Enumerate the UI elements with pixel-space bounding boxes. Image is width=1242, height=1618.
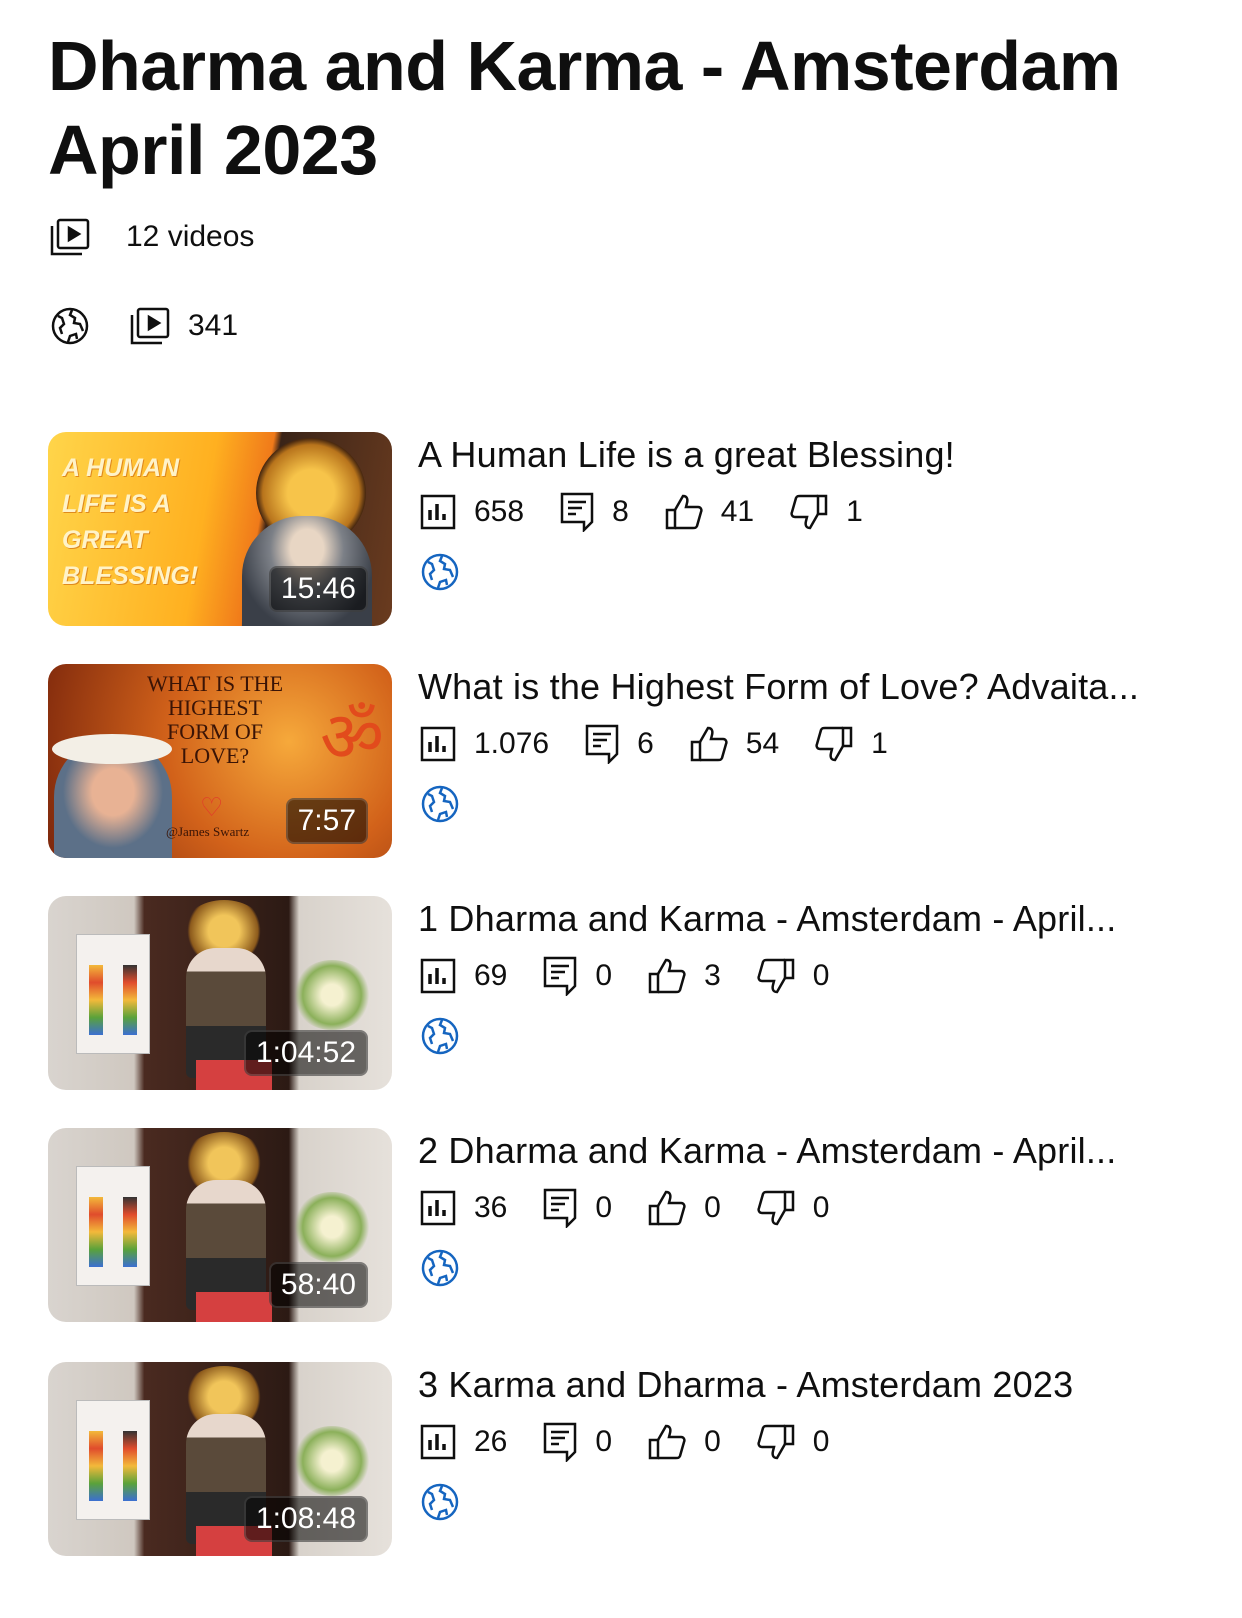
comment-count: 0 (595, 959, 613, 992)
view-count: 658 (474, 495, 525, 528)
comment-icon (543, 1188, 577, 1228)
video-title[interactable]: What is the Highest Form of Love? Advait… (418, 666, 1208, 708)
thumbnail-handle: @James Swartz (166, 824, 250, 839)
video-row[interactable]: A HUMAN LIFE IS A GREAT BLESSING! 15:46 … (48, 432, 1208, 626)
playlist-views: 341 (188, 309, 239, 342)
analytics-icon (420, 1424, 456, 1460)
like-icon (690, 726, 728, 762)
playlist-icon (130, 307, 170, 345)
thumbnail-flowers (292, 1192, 372, 1262)
thumbnail-poster (76, 934, 150, 1054)
dislike-icon (790, 494, 828, 530)
thumbnail-flowers (292, 1426, 372, 1496)
dislike-icon (815, 726, 853, 762)
video-row[interactable]: 58:40 2 Dharma and Karma - Amsterdam - A… (48, 1128, 1208, 1322)
thumbnail-person (186, 1180, 266, 1310)
like-count: 41 (720, 495, 755, 528)
dislike-icon (757, 958, 795, 994)
analytics-icon (420, 494, 456, 530)
page-title: Dharma and Karma - Amsterdam April 2023 (48, 27, 1121, 189)
duration-badge: 7:57 (285, 798, 368, 844)
dislike-count: 0 (812, 959, 830, 992)
view-count: 69 (474, 959, 508, 992)
globe-icon (420, 1482, 460, 1522)
video-count-row: 12 videos (50, 218, 254, 256)
video-thumbnail[interactable]: 1:04:52 (48, 896, 392, 1090)
heart-icon: ♡ (200, 792, 224, 822)
video-thumbnail[interactable]: 58:40 (48, 1128, 392, 1322)
video-title[interactable]: 2 Dharma and Karma - Amsterdam - April..… (418, 1130, 1208, 1172)
playlist-icon (50, 218, 90, 256)
comment-icon (543, 1422, 577, 1462)
video-title[interactable]: A Human Life is a great Blessing! (418, 434, 1208, 476)
thumbnail-text: WHAT IS THE HIGHEST FORM OF LOVE? (146, 671, 284, 768)
comment-icon (543, 956, 577, 996)
analytics-icon (420, 726, 456, 762)
dislike-icon (757, 1190, 795, 1226)
globe-icon (420, 552, 460, 592)
video-stats: 1.076 6 54 1 (420, 724, 924, 764)
thumbnail-text: A HUMAN LIFE IS A GREAT BLESSING! (62, 454, 199, 590)
video-title[interactable]: 1 Dharma and Karma - Amsterdam - April..… (418, 898, 1208, 940)
like-count: 0 (704, 1425, 721, 1458)
dislike-count: 1 (871, 727, 888, 760)
video-count: 12 videos (126, 220, 255, 253)
thumbnail-flowers (292, 960, 372, 1030)
like-count: 54 (745, 727, 780, 760)
like-icon (648, 1424, 686, 1460)
thumbnail-stand (196, 1292, 272, 1322)
video-row[interactable]: 1:04:52 1 Dharma and Karma - Amsterdam -… (48, 896, 1208, 1090)
om-symbol: ॐ (320, 696, 384, 778)
video-stats: 26 0 0 0 (420, 1422, 865, 1462)
comment-count: 8 (612, 495, 629, 528)
video-row[interactable]: WHAT IS THE HIGHEST FORM OF LOVE? ♡ @Jam… (48, 664, 1208, 858)
comment-icon (560, 492, 594, 532)
comment-count: 0 (595, 1425, 613, 1458)
video-thumbnail[interactable]: A HUMAN LIFE IS A GREAT BLESSING! 15:46 (48, 432, 392, 626)
dislike-count: 0 (812, 1425, 830, 1458)
comment-icon (585, 724, 619, 764)
duration-badge: 58:40 (268, 1262, 368, 1308)
globe-icon (50, 306, 90, 346)
dislike-count: 0 (812, 1191, 830, 1224)
video-stats: 69 0 3 0 (420, 956, 865, 996)
video-title[interactable]: 3 Karma and Dharma - Amsterdam 2023 (418, 1364, 1208, 1406)
globe-icon (420, 784, 460, 824)
duration-badge: 1:08:48 (243, 1496, 368, 1542)
like-icon (665, 494, 703, 530)
like-icon (648, 958, 686, 994)
video-stats: 658 8 41 1 (420, 492, 899, 532)
view-count: 26 (474, 1425, 508, 1458)
analytics-icon (420, 1190, 456, 1226)
dislike-count: 1 (846, 495, 863, 528)
like-count: 3 (704, 959, 721, 992)
comment-count: 6 (637, 727, 654, 760)
dislike-icon (757, 1424, 795, 1460)
video-thumbnail[interactable]: WHAT IS THE HIGHEST FORM OF LOVE? ♡ @Jam… (48, 664, 392, 858)
view-count: 1.076 (474, 727, 550, 760)
playlist-stats-row: 341 (50, 306, 238, 346)
duration-badge: 15:46 (268, 566, 368, 612)
duration-badge: 1:04:52 (243, 1030, 368, 1076)
thumbnail-poster (76, 1166, 150, 1286)
video-row[interactable]: 1:08:48 3 Karma and Dharma - Amsterdam 2… (48, 1362, 1208, 1556)
comment-count: 0 (595, 1191, 613, 1224)
like-count: 0 (704, 1191, 721, 1224)
globe-icon (420, 1248, 460, 1288)
video-stats: 36 0 0 0 (420, 1188, 865, 1228)
globe-icon (420, 1016, 460, 1056)
analytics-icon (420, 958, 456, 994)
video-thumbnail[interactable]: 1:08:48 (48, 1362, 392, 1556)
view-count: 36 (474, 1191, 508, 1224)
thumbnail-poster (76, 1400, 150, 1520)
like-icon (648, 1190, 686, 1226)
